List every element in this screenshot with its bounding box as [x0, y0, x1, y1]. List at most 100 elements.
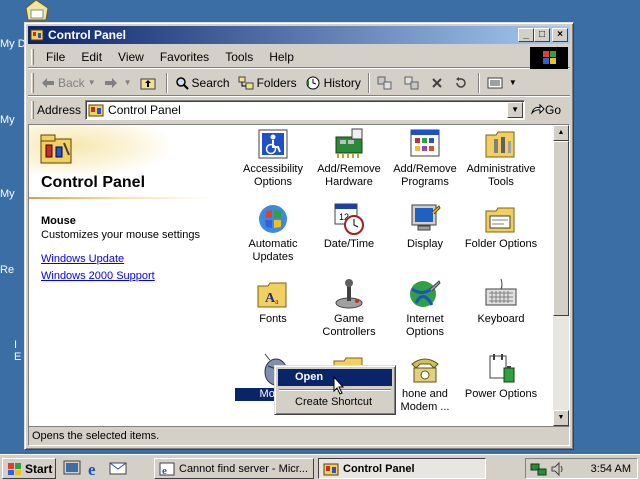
history-icon: [305, 76, 320, 89]
addressbar-grip[interactable]: [31, 101, 34, 119]
task-label: Cannot find server - Micr...: [179, 462, 308, 475]
admin-tools-icon: [485, 131, 515, 158]
delete-button[interactable]: [427, 72, 450, 94]
vertical-scrollbar[interactable]: ▲ ▼: [553, 125, 569, 426]
menu-view[interactable]: View: [110, 48, 152, 66]
maximize-button[interactable]: □: [534, 28, 550, 42]
minimize-button[interactable]: _: [518, 28, 534, 42]
menu-edit[interactable]: Edit: [73, 48, 110, 66]
desktop-icon-my-documents[interactable]: [22, 0, 52, 22]
window-title: Control Panel: [48, 28, 127, 42]
search-label: Search: [191, 75, 230, 90]
menu-help[interactable]: Help: [261, 48, 302, 66]
item-power-options[interactable]: Power Options: [463, 352, 539, 401]
toolbar-separator: [165, 72, 168, 93]
item-keyboard[interactable]: Keyboard: [463, 277, 539, 326]
menubar-grip[interactable]: [31, 48, 34, 65]
address-value: Control Panel: [108, 103, 181, 117]
folder-options-icon: [485, 207, 515, 233]
desktop-label[interactable]: Re: [0, 264, 24, 276]
taskbar: Start e e Cannot find server - Micr... C…: [0, 454, 640, 480]
move-to-button[interactable]: [373, 72, 400, 94]
show-desktop-icon[interactable]: [62, 459, 82, 477]
undo-button[interactable]: [450, 72, 475, 94]
pane-title: Control Panel: [41, 174, 146, 191]
address-dropdown-button[interactable]: ▼: [507, 102, 524, 118]
item-label: Administrative Tools: [466, 163, 536, 188]
windows-update-link[interactable]: Windows Update: [41, 253, 124, 265]
item-label: Keyboard: [477, 313, 525, 325]
windows-logo-icon: [530, 47, 568, 69]
network-tray-icon[interactable]: [530, 461, 548, 477]
scroll-up-button[interactable]: ▲: [553, 125, 569, 141]
scroll-down-button[interactable]: ▼: [553, 410, 569, 426]
item-phone-and-modem-options[interactable]: hone and Modem ...: [387, 352, 463, 414]
toolbar-grip[interactable]: [31, 72, 34, 93]
item-game-controllers[interactable]: Game Controllers: [311, 277, 387, 339]
item-label: hone and Modem ...: [400, 388, 450, 413]
views-button[interactable]: ▼: [483, 72, 521, 94]
go-button[interactable]: Go: [531, 103, 561, 117]
forward-button[interactable]: ▼: [100, 72, 136, 94]
chevron-down-icon: ▼: [123, 78, 132, 87]
control-panel-large-icon: [40, 134, 72, 164]
quick-launch: e: [62, 459, 131, 477]
internet-options-icon: [410, 280, 441, 307]
hardware-icon: [335, 128, 363, 158]
desktop-label[interactable]: My D: [0, 38, 24, 50]
svg-text:e: e: [162, 465, 167, 476]
desktop-label[interactable]: My: [0, 188, 24, 200]
outlook-express-icon[interactable]: [108, 459, 128, 477]
item-automatic-updates[interactable]: Automatic Updates: [235, 202, 311, 264]
programs-icon: [410, 129, 440, 157]
phone-modem-icon: [411, 358, 439, 383]
item-accessibility-options[interactable]: Accessibility Options: [235, 127, 311, 189]
folders-label: Folders: [256, 75, 297, 90]
item-label: Accessibility Options: [243, 163, 303, 188]
item-date-time[interactable]: 12 Date/Time: [311, 202, 387, 251]
item-label: Display: [406, 238, 444, 250]
internet-explorer-icon[interactable]: e: [85, 459, 105, 477]
datetime-icon: 12: [334, 203, 364, 235]
menu-favorites[interactable]: Favorites: [152, 48, 217, 66]
start-button[interactable]: Start: [2, 458, 56, 479]
search-icon: [175, 76, 189, 90]
task-cannot-find-server[interactable]: e Cannot find server - Micr...: [154, 458, 314, 479]
selected-item-name: Mouse: [41, 215, 76, 227]
address-input[interactable]: Control Panel ▼: [85, 100, 526, 120]
item-display[interactable]: Display: [387, 202, 463, 251]
up-folder-button[interactable]: [136, 72, 163, 94]
back-button[interactable]: Back ▼: [37, 72, 100, 94]
clock[interactable]: 3:54 AM: [591, 463, 631, 475]
search-button[interactable]: Search: [171, 72, 234, 94]
item-add-remove-hardware[interactable]: Add/Remove Hardware: [311, 127, 387, 189]
history-button[interactable]: History: [301, 72, 365, 94]
forward-arrow-icon: [104, 77, 117, 88]
close-button[interactable]: ×: [552, 28, 568, 42]
context-create-shortcut-item[interactable]: Create Shortcut: [278, 394, 392, 411]
title-bar[interactable]: Control Panel _ □ ×: [28, 26, 570, 44]
volume-icon[interactable]: [550, 461, 566, 477]
item-label: Fonts: [259, 313, 287, 325]
delete-icon: [432, 77, 442, 88]
item-add-remove-programs[interactable]: Add/Remove Programs: [387, 127, 463, 189]
chevron-down-icon: ▼: [508, 78, 517, 87]
item-folder-options[interactable]: Folder Options: [463, 202, 539, 251]
item-administrative-tools[interactable]: Administrative Tools: [463, 127, 539, 189]
menu-tools[interactable]: Tools: [217, 48, 261, 66]
item-fonts[interactable]: Aa Fonts: [235, 277, 311, 326]
desktop-label[interactable]: My: [0, 114, 24, 126]
task-control-panel[interactable]: Control Panel: [318, 458, 486, 479]
updates-icon: [259, 205, 287, 233]
scroll-thumb[interactable]: [553, 141, 569, 316]
folders-button[interactable]: Folders: [234, 72, 301, 94]
item-internet-options[interactable]: Internet Options: [387, 277, 463, 339]
windows-2000-support-link[interactable]: Windows 2000 Support: [41, 270, 155, 282]
internet-explorer-icon: e: [159, 462, 175, 476]
copy-to-icon: [404, 76, 419, 89]
menu-file[interactable]: File: [38, 48, 73, 66]
keyboard-icon: [485, 278, 517, 306]
selected-item-description: Customizes your mouse settings: [41, 229, 200, 241]
undo-icon: [455, 76, 466, 88]
copy-to-button[interactable]: [400, 72, 427, 94]
